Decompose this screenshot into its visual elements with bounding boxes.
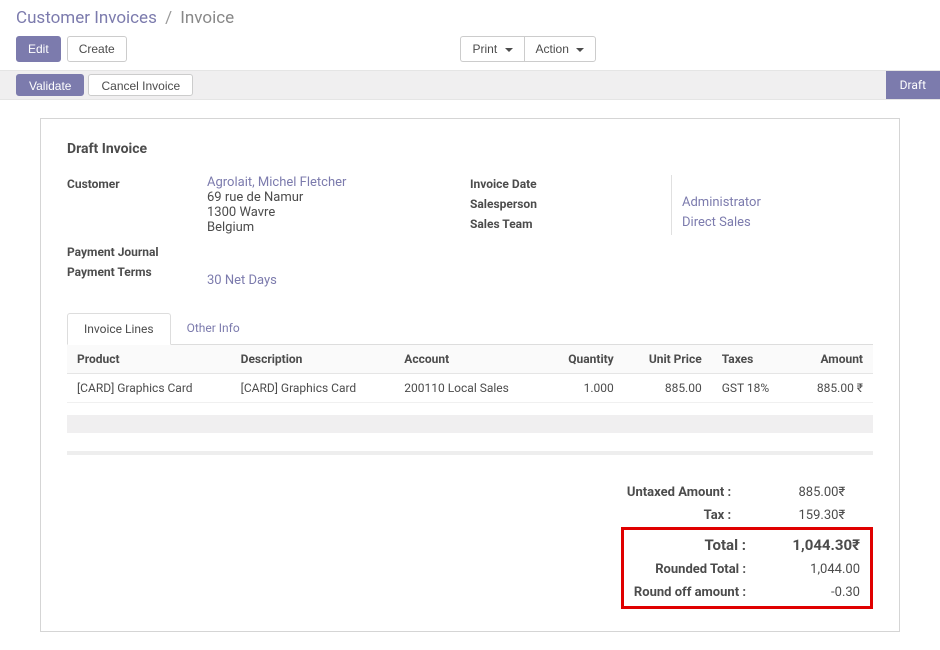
action-label: Action [536,42,569,56]
col-account[interactable]: Account [394,345,544,374]
payment-terms-label: Payment Terms [67,263,207,279]
print-button[interactable]: Print [460,36,523,62]
totals: Untaxed Amount : 885.00₹ Tax : 159.30₹ T… [67,481,873,609]
status-draft[interactable]: Draft [886,71,940,99]
cell-unit-price: 885.00 [624,374,712,403]
untaxed-label: Untaxed Amount : [621,481,761,504]
rounded-total-label: Rounded Total : [628,558,776,581]
salesperson-label: Salesperson [470,195,610,211]
col-quantity[interactable]: Quantity [545,345,624,374]
tabs: Invoice Lines Other Info [67,312,873,345]
total-value: 1,044.30₹ [776,532,866,558]
col-amount[interactable]: Amount [793,345,873,374]
sales-team-link[interactable]: Direct Sales [682,215,751,230]
col-taxes[interactable]: Taxes [712,345,793,374]
statusbar: Validate Cancel Invoice Draft [0,70,940,100]
tab-invoice-lines[interactable]: Invoice Lines [67,313,171,345]
create-button[interactable]: Create [67,36,127,62]
breadcrumb-sep: / [165,8,172,28]
round-off-value: -0.30 [776,581,866,604]
customer-link[interactable]: Agrolait, Michel Fletcher [207,175,346,190]
cell-description: [CARD] Graphics Card [231,374,395,403]
col-description[interactable]: Description [231,345,395,374]
list-filler [67,415,873,433]
chevron-down-icon [576,48,584,52]
untaxed-value: 885.00₹ [761,481,851,504]
address-line2: 1300 Wavre [207,205,275,220]
table-row[interactable]: [CARD] Graphics Card [CARD] Graphics Car… [67,374,873,403]
sales-team-label: Sales Team [470,215,610,231]
divider [67,451,873,455]
salesperson-link[interactable]: Administrator [682,195,761,210]
address-line1: 69 rue de Namur [207,190,303,205]
breadcrumb-current: Invoice [180,8,234,28]
tab-other-info[interactable]: Other Info [171,313,256,345]
totals-highlight: Total : 1,044.30₹ Rounded Total : 1,044.… [621,527,873,609]
form-sheet: Draft Invoice Customer Agrolait, Michel … [40,118,900,632]
cell-taxes: GST 18% [712,374,793,403]
invoice-lines-table: Product Description Account Quantity Uni… [67,345,873,403]
page-title: Draft Invoice [67,141,873,157]
invoice-date-label: Invoice Date [470,175,610,191]
cell-amount: 885.00 ₹ [793,374,873,403]
cancel-invoice-button[interactable]: Cancel Invoice [88,74,193,96]
address-line3: Belgium [207,220,254,235]
action-button[interactable]: Action [524,36,597,62]
round-off-label: Round off amount : [628,581,776,604]
tax-label: Tax : [621,504,761,527]
rounded-total-value: 1,044.00 [776,558,866,581]
chevron-down-icon [505,48,513,52]
cell-account: 200110 Local Sales [394,374,544,403]
col-unit-price[interactable]: Unit Price [624,345,712,374]
total-label: Total : [628,532,776,558]
breadcrumb: Customer Invoices / Invoice [0,0,940,32]
tax-value: 159.30₹ [761,504,851,527]
cell-quantity: 1.000 [545,374,624,403]
print-label: Print [472,42,497,56]
toolbar: Edit Create Print Action [0,32,940,70]
payment-terms-link[interactable]: 30 Net Days [207,273,277,288]
validate-button[interactable]: Validate [16,74,84,96]
col-product[interactable]: Product [67,345,231,374]
breadcrumb-root[interactable]: Customer Invoices [16,8,157,28]
cell-product: [CARD] Graphics Card [67,374,231,403]
payment-journal-label: Payment Journal [67,243,207,259]
edit-button[interactable]: Edit [16,36,61,62]
customer-label: Customer [67,175,207,191]
